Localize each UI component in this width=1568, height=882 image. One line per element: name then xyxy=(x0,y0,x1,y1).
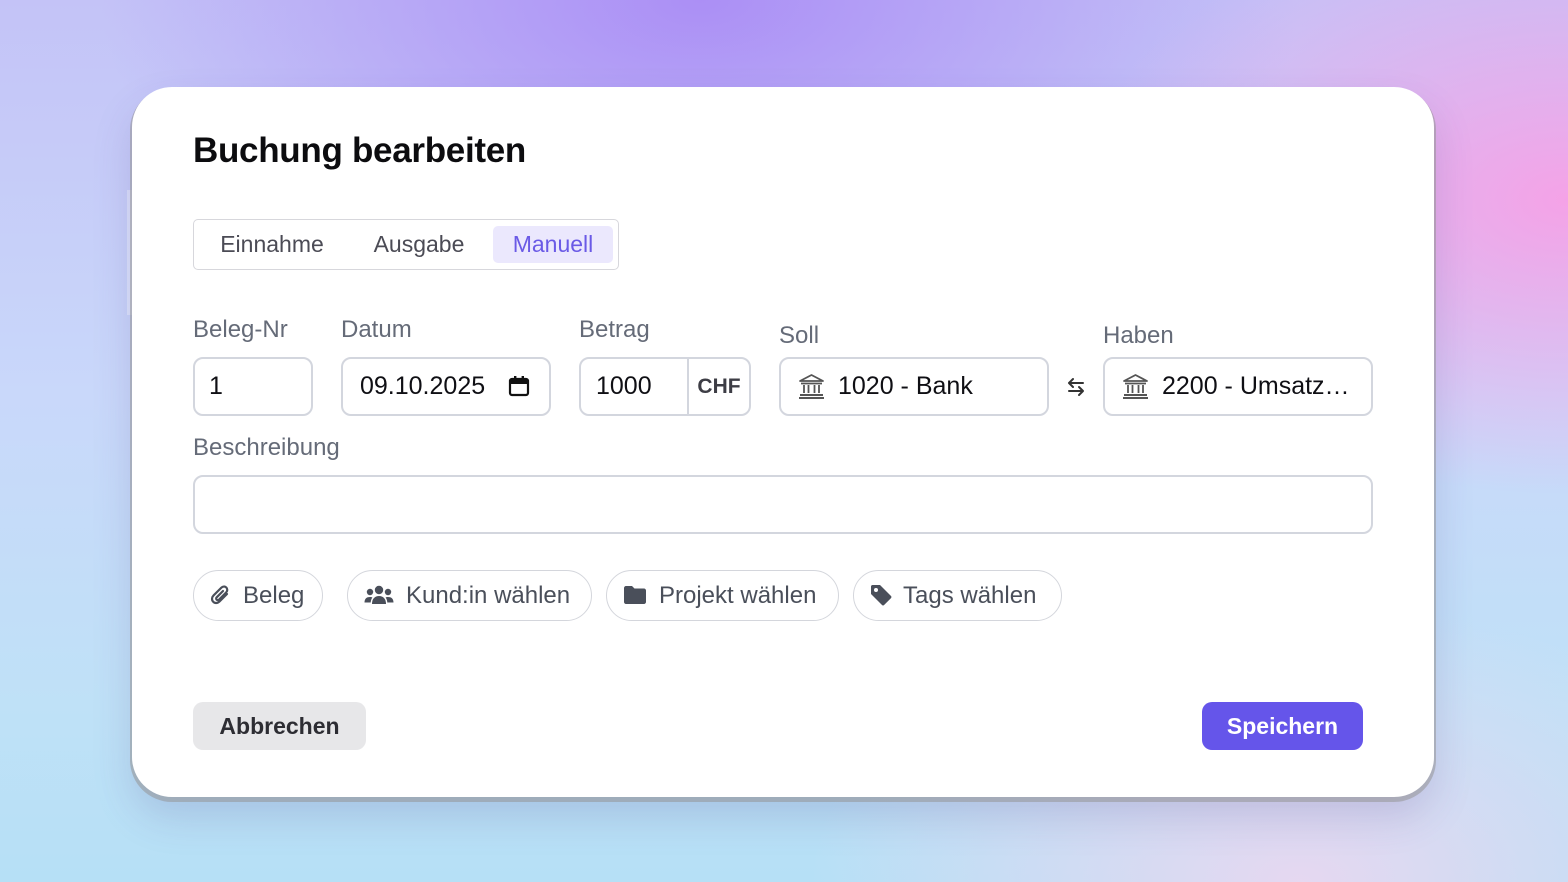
dialog-title: Buchung bearbeiten xyxy=(193,131,526,170)
haben-label: Haben xyxy=(1103,322,1174,349)
datum-label: Datum xyxy=(341,316,412,343)
bank-icon xyxy=(1123,374,1148,399)
edit-booking-dialog: Buchung bearbeiten Einnahme Ausgabe Manu… xyxy=(132,87,1434,797)
booking-type-tabs: Einnahme Ausgabe Manuell xyxy=(193,219,619,270)
betrag-input[interactable]: 1000 CHF xyxy=(579,357,751,416)
haben-account-select[interactable]: 2200 - Umsatz… xyxy=(1103,357,1373,416)
betrag-label: Betrag xyxy=(579,316,650,343)
tab-manuell[interactable]: Manuell xyxy=(493,226,613,263)
datum-input[interactable]: 09.10.2025 xyxy=(341,357,551,416)
betrag-value: 1000 xyxy=(596,372,652,400)
tags-chip-label: Tags wählen xyxy=(903,582,1037,609)
beleg-attach-button[interactable]: Beleg xyxy=(193,570,323,621)
haben-value: 2200 - Umsatz… xyxy=(1162,372,1350,400)
select-project-button[interactable]: Projekt wählen xyxy=(606,570,839,621)
select-tags-button[interactable]: Tags wählen xyxy=(853,570,1062,621)
bank-icon xyxy=(799,374,824,399)
beschreibung-label: Beschreibung xyxy=(193,434,340,461)
tab-ausgabe[interactable]: Ausgabe xyxy=(349,226,489,263)
select-customer-button[interactable]: Kund:in wählen xyxy=(347,570,592,621)
soll-value: 1020 - Bank xyxy=(838,372,973,400)
beleg-chip-label: Beleg xyxy=(243,582,305,609)
paperclip-icon xyxy=(210,585,229,605)
customer-chip-label: Kund:in wählen xyxy=(406,582,571,609)
calendar-icon[interactable] xyxy=(508,375,530,397)
beleg-nr-input[interactable]: 1 xyxy=(193,357,313,416)
beschreibung-input[interactable] xyxy=(193,475,1373,534)
folder-icon xyxy=(624,586,646,604)
swap-arrows-icon[interactable] xyxy=(1065,376,1087,398)
project-chip-label: Projekt wählen xyxy=(659,582,817,609)
beleg-nr-value: 1 xyxy=(209,372,223,400)
tag-icon xyxy=(871,585,892,606)
cancel-button[interactable]: Abbrechen xyxy=(193,702,366,750)
soll-account-select[interactable]: 1020 - Bank xyxy=(779,357,1049,416)
users-icon xyxy=(364,585,394,604)
datum-value: 09.10.2025 xyxy=(360,372,486,400)
currency-label: CHF xyxy=(697,375,741,398)
tab-einnahme[interactable]: Einnahme xyxy=(202,226,342,263)
save-button[interactable]: Speichern xyxy=(1202,702,1363,750)
soll-label: Soll xyxy=(779,322,820,349)
beleg-nr-label: Beleg-Nr xyxy=(193,316,288,343)
